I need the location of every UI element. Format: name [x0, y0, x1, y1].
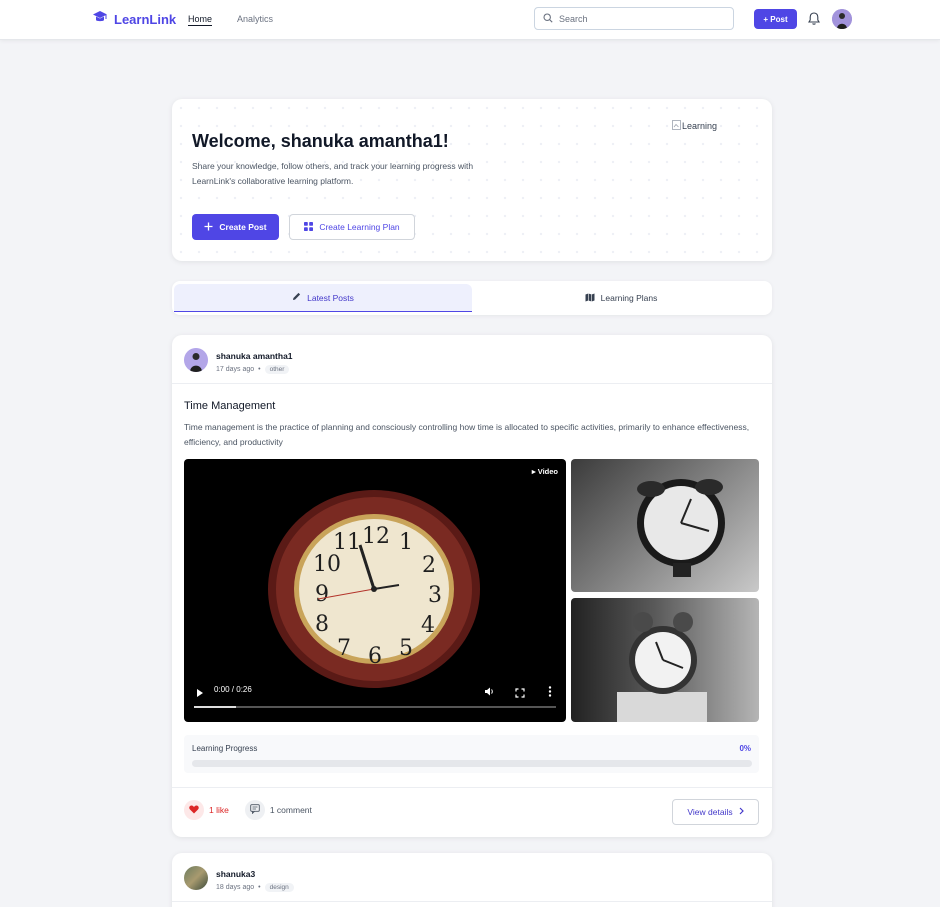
- tab-latest-posts-label: Latest Posts: [307, 292, 354, 303]
- welcome-title: Welcome, shanuka amantha1!: [192, 131, 449, 151]
- post-description: Time management is the practice of plann…: [184, 422, 750, 447]
- post-title: Time Management: [184, 400, 276, 412]
- volume-icon[interactable]: [484, 684, 495, 702]
- post-actions: 1 like 1 comment: [184, 800, 312, 820]
- search-input[interactable]: [559, 13, 719, 24]
- progress-value: 0%: [739, 744, 751, 753]
- svg-text:7: 7: [337, 636, 351, 661]
- post-card: shanuka amantha1 17 days ago • other Tim…: [172, 335, 772, 837]
- like-button[interactable]: [184, 800, 204, 820]
- top-navbar: LearnLink Home Analytics + Post: [0, 0, 940, 40]
- create-learning-plan-label: Create Learning Plan: [319, 222, 400, 232]
- video-player[interactable]: 12 1 2 345 678 9 10 11 ▸ Video 0:00 / 0:26: [184, 459, 566, 722]
- learning-image-alt: Learning: [682, 121, 718, 131]
- post-time: 17 days ago: [216, 366, 255, 373]
- comment-button[interactable]: [244, 800, 265, 820]
- tab-learning-plans-label: Learning Plans: [600, 293, 658, 303]
- video-badge: ▸ Video: [531, 467, 558, 476]
- vintage-clock-photo: [617, 612, 707, 722]
- progress-label: Learning Progress: [192, 744, 258, 753]
- svg-text:6: 6: [368, 644, 382, 669]
- plus-icon: [204, 222, 213, 233]
- svg-text:11: 11: [333, 530, 361, 555]
- meta-separator: •: [258, 366, 261, 373]
- learning-progress: Learning Progress 0%: [184, 735, 759, 773]
- search-icon: [543, 10, 553, 28]
- bell-icon[interactable]: [807, 11, 821, 31]
- author-name[interactable]: shanuka amantha1: [216, 351, 293, 361]
- heart-icon: [189, 801, 199, 819]
- pencil-icon: [292, 292, 301, 303]
- feed-tabs: Latest Posts Learning Plans: [172, 281, 772, 315]
- svg-text:9: 9: [315, 582, 329, 607]
- brand-logo[interactable]: LearnLink: [92, 10, 176, 29]
- author-avatar[interactable]: [184, 866, 208, 890]
- more-options-icon[interactable]: [548, 684, 552, 702]
- welcome-card: Welcome, shanuka amantha1! Share your kn…: [172, 99, 772, 261]
- author-avatar[interactable]: [184, 348, 208, 372]
- welcome-description: Share your knowledge, follow others, and…: [192, 161, 474, 186]
- post-header: shanuka amantha1 17 days ago • other: [184, 348, 293, 374]
- svg-text:8: 8: [315, 612, 329, 637]
- divider: [172, 787, 772, 788]
- svg-text:5: 5: [399, 636, 413, 661]
- divider: [172, 901, 772, 902]
- grid-icon: [304, 221, 314, 233]
- brand-name: LearnLink: [114, 12, 177, 27]
- svg-text:1: 1: [399, 530, 413, 555]
- meta-separator: •: [258, 884, 261, 891]
- like-count[interactable]: 1 like: [209, 805, 229, 815]
- post-card: shanuka3 18 days ago • design: [172, 853, 772, 907]
- learning-image: Learning: [672, 120, 717, 132]
- play-icon[interactable]: [196, 685, 204, 703]
- svg-text:4: 4: [421, 613, 435, 638]
- fullscreen-icon[interactable]: [515, 685, 525, 703]
- broken-image-icon: [672, 120, 681, 132]
- view-details-label: View details: [687, 807, 733, 817]
- alarm-clock-image[interactable]: [571, 459, 759, 592]
- new-post-button[interactable]: + Post: [754, 9, 797, 29]
- video-seek-bar[interactable]: [194, 706, 556, 708]
- create-post-label: Create Post: [219, 222, 267, 232]
- svg-text:3: 3: [428, 583, 442, 608]
- video-time: 0:00 / 0:26: [214, 685, 252, 694]
- post-time: 18 days ago: [216, 884, 255, 891]
- view-details-button[interactable]: View details: [672, 799, 759, 825]
- divider: [172, 383, 772, 384]
- nav-analytics-link[interactable]: Analytics: [237, 14, 273, 24]
- vintage-alarm-clock-image[interactable]: [571, 598, 759, 722]
- alarm-clock-photo: [637, 479, 725, 577]
- svg-text:12: 12: [362, 524, 390, 549]
- create-post-button[interactable]: Create Post: [192, 214, 279, 240]
- graduation-cap-icon: [92, 10, 108, 29]
- svg-text:10: 10: [313, 552, 341, 577]
- chevron-right-icon: [739, 807, 744, 817]
- video-controls: 0:00 / 0:26: [184, 676, 566, 722]
- progress-bar: [192, 760, 752, 767]
- create-learning-plan-button[interactable]: Create Learning Plan: [289, 214, 415, 240]
- category-tag: other: [264, 365, 290, 374]
- search-box: [534, 7, 734, 30]
- tab-latest-posts[interactable]: Latest Posts: [174, 284, 472, 312]
- nav-home-link[interactable]: Home: [188, 14, 213, 26]
- author-name[interactable]: shanuka3: [216, 869, 294, 879]
- user-avatar[interactable]: [832, 9, 852, 29]
- svg-text:2: 2: [422, 553, 436, 578]
- map-icon: [585, 293, 595, 304]
- post-header: shanuka3 18 days ago • design: [184, 866, 294, 892]
- comment-icon: [250, 801, 260, 819]
- tab-learning-plans[interactable]: Learning Plans: [472, 284, 770, 312]
- category-tag: design: [264, 883, 294, 892]
- comment-count[interactable]: 1 comment: [270, 805, 312, 815]
